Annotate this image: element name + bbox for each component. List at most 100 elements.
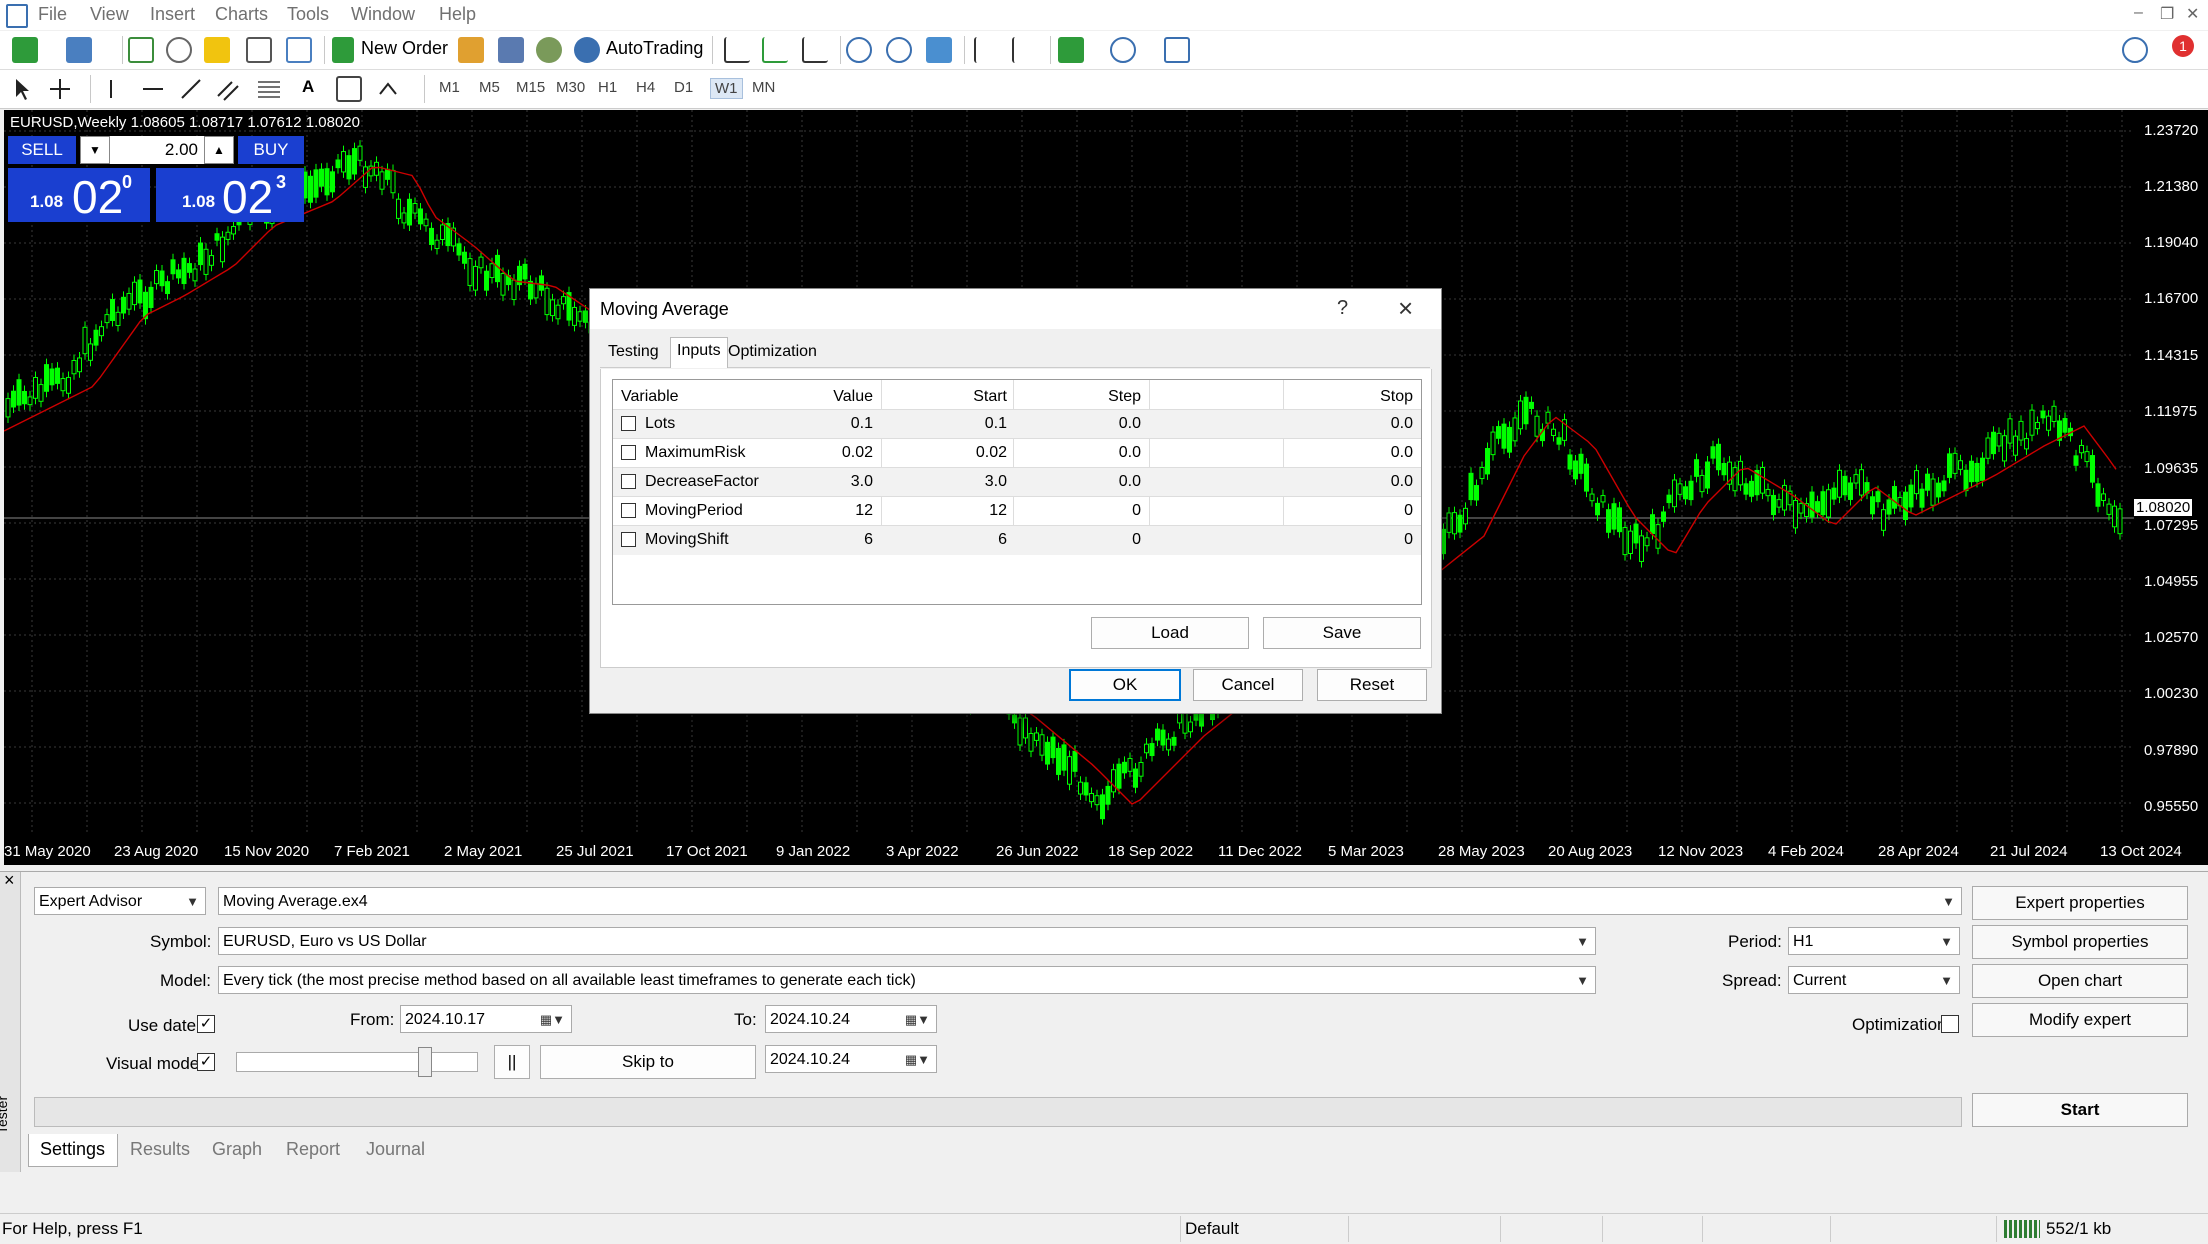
skip-date-input[interactable]: 2024.10.24 ▦▼ [765,1045,937,1073]
market-watch-icon[interactable] [128,37,154,63]
model-select[interactable]: Every tick (the most precise method base… [218,966,1596,994]
cell-stop[interactable]: 0 [1404,531,1413,549]
lot-size-input[interactable]: 2.00 [110,136,204,164]
navigator-icon[interactable] [204,37,230,63]
col-value[interactable]: Value [833,388,873,406]
reset-button[interactable]: Reset [1317,669,1427,701]
tab-settings[interactable]: Settings [40,1139,105,1160]
periods-icon[interactable] [1110,37,1136,63]
menu-help[interactable]: Help [439,4,476,25]
vertical-line-icon[interactable] [104,76,118,102]
candlesticks-icon[interactable] [762,37,788,63]
close-window-icon[interactable]: ✕ [2186,4,2199,24]
spread-select[interactable]: Current ▼ [1788,966,1960,994]
row-checkbox[interactable] [621,532,636,547]
text-tool-icon[interactable]: A [302,77,314,97]
bar-chart-icon[interactable] [724,37,750,63]
table-row[interactable]: Lots 0.1 0.1 0.0 0.0 [613,409,1421,439]
col-stop[interactable]: Stop [1380,388,1413,406]
chart-shift-icon[interactable] [1012,37,1038,63]
table-row[interactable]: MovingShift 6 6 0 0 [613,525,1421,555]
tf-w1[interactable]: W1 [710,78,743,99]
speed-slider-handle[interactable] [418,1047,432,1077]
tab-testing[interactable]: Testing [604,341,663,363]
tf-d1[interactable]: D1 [670,78,697,97]
table-row[interactable]: DecreaseFactor 3.0 3.0 0.0 0.0 [613,467,1421,497]
sell-price[interactable]: 1.08 02 0 [8,168,150,223]
tf-m5[interactable]: M5 [475,78,504,97]
buy-button[interactable]: BUY [238,136,304,164]
tab-inputs[interactable]: Inputs [670,337,728,368]
cell-value[interactable]: 0.02 [842,444,873,462]
navigator-crosshair-icon[interactable] [166,37,192,63]
pause-button[interactable]: || [494,1045,530,1079]
from-date-input[interactable]: 2024.10.17 ▦▼ [400,1005,572,1033]
open-chart-button[interactable]: Open chart [1972,964,2188,998]
terminal-icon[interactable] [246,37,272,63]
cell-start[interactable]: 6 [998,531,1007,549]
cancel-button[interactable]: Cancel [1193,669,1303,701]
close-icon[interactable]: × [1398,293,1413,324]
start-button[interactable]: Start [1972,1093,2188,1127]
line-chart-icon[interactable] [802,37,828,63]
crosshair-icon[interactable] [50,76,70,102]
speed-slider[interactable] [236,1052,478,1072]
cursor-icon[interactable] [12,76,32,102]
load-button[interactable]: Load [1091,617,1249,649]
menu-insert[interactable]: Insert [150,4,195,25]
table-row[interactable]: MaximumRisk 0.02 0.02 0.0 0.0 [613,438,1421,468]
cell-stop[interactable]: 0.0 [1391,444,1413,462]
tf-h4[interactable]: H4 [632,78,659,97]
visual-mode-checkbox[interactable]: ✓ [197,1053,215,1071]
tf-m30[interactable]: M30 [552,78,589,97]
fibonacci-icon[interactable] [256,76,282,102]
row-checkbox[interactable] [621,474,636,489]
auto-scroll-icon[interactable] [974,37,1000,63]
profiles-icon[interactable] [66,37,92,63]
cell-start[interactable]: 0.1 [985,415,1007,433]
menu-view[interactable]: View [90,4,129,25]
notification-badge[interactable]: 1 [2172,35,2194,57]
market-icon[interactable] [536,37,562,63]
to-date-input[interactable]: 2024.10.24 ▦▼ [765,1005,937,1033]
search-icon[interactable] [2122,37,2148,63]
close-tester-icon[interactable]: × [4,870,15,891]
cell-step[interactable]: 0.0 [1119,473,1141,491]
symbol-properties-button[interactable]: Symbol properties [1972,925,2188,959]
cell-step[interactable]: 0 [1132,502,1141,520]
tester-type-select[interactable]: Expert Advisor ▼ [34,887,206,915]
table-row[interactable]: MovingPeriod 12 12 0 0 [613,496,1421,526]
tab-graph[interactable]: Graph [212,1139,262,1160]
signals-icon[interactable] [498,37,524,63]
arrows-icon[interactable] [376,76,402,102]
row-checkbox[interactable] [621,416,636,431]
cell-start[interactable]: 0.02 [976,444,1007,462]
period-select[interactable]: H1 ▼ [1788,927,1960,955]
cell-step[interactable]: 0.0 [1119,444,1141,462]
trendline-icon[interactable] [178,76,204,102]
metaeditor-icon[interactable] [458,37,484,63]
tile-windows-icon[interactable] [926,37,952,63]
menu-window[interactable]: Window [351,4,415,25]
modify-expert-button[interactable]: Modify expert [1972,1003,2188,1037]
cell-value[interactable]: 0.1 [851,415,873,433]
templates-icon[interactable] [1164,37,1190,63]
expert-select[interactable]: Moving Average.ex4 ▼ [218,887,1962,915]
ok-button[interactable]: OK [1069,669,1181,701]
zoom-out-icon[interactable] [886,37,912,63]
buy-price[interactable]: 1.08 02 3 [156,168,304,223]
cell-step[interactable]: 0.0 [1119,415,1141,433]
lot-decrease-icon[interactable]: ▼ [80,136,110,164]
text-label-icon[interactable] [336,76,362,102]
cell-value[interactable]: 3.0 [851,473,873,491]
menu-charts[interactable]: Charts [215,4,268,25]
use-date-checkbox[interactable]: ✓ [197,1015,215,1033]
cell-value[interactable]: 6 [864,531,873,549]
minimize-icon[interactable]: – [2134,4,2143,22]
col-step[interactable]: Step [1108,388,1141,406]
cell-step[interactable]: 0 [1132,531,1141,549]
save-button[interactable]: Save [1263,617,1421,649]
cell-stop[interactable]: 0.0 [1391,473,1413,491]
menu-file[interactable]: File [38,4,67,25]
tf-h1[interactable]: H1 [594,78,621,97]
